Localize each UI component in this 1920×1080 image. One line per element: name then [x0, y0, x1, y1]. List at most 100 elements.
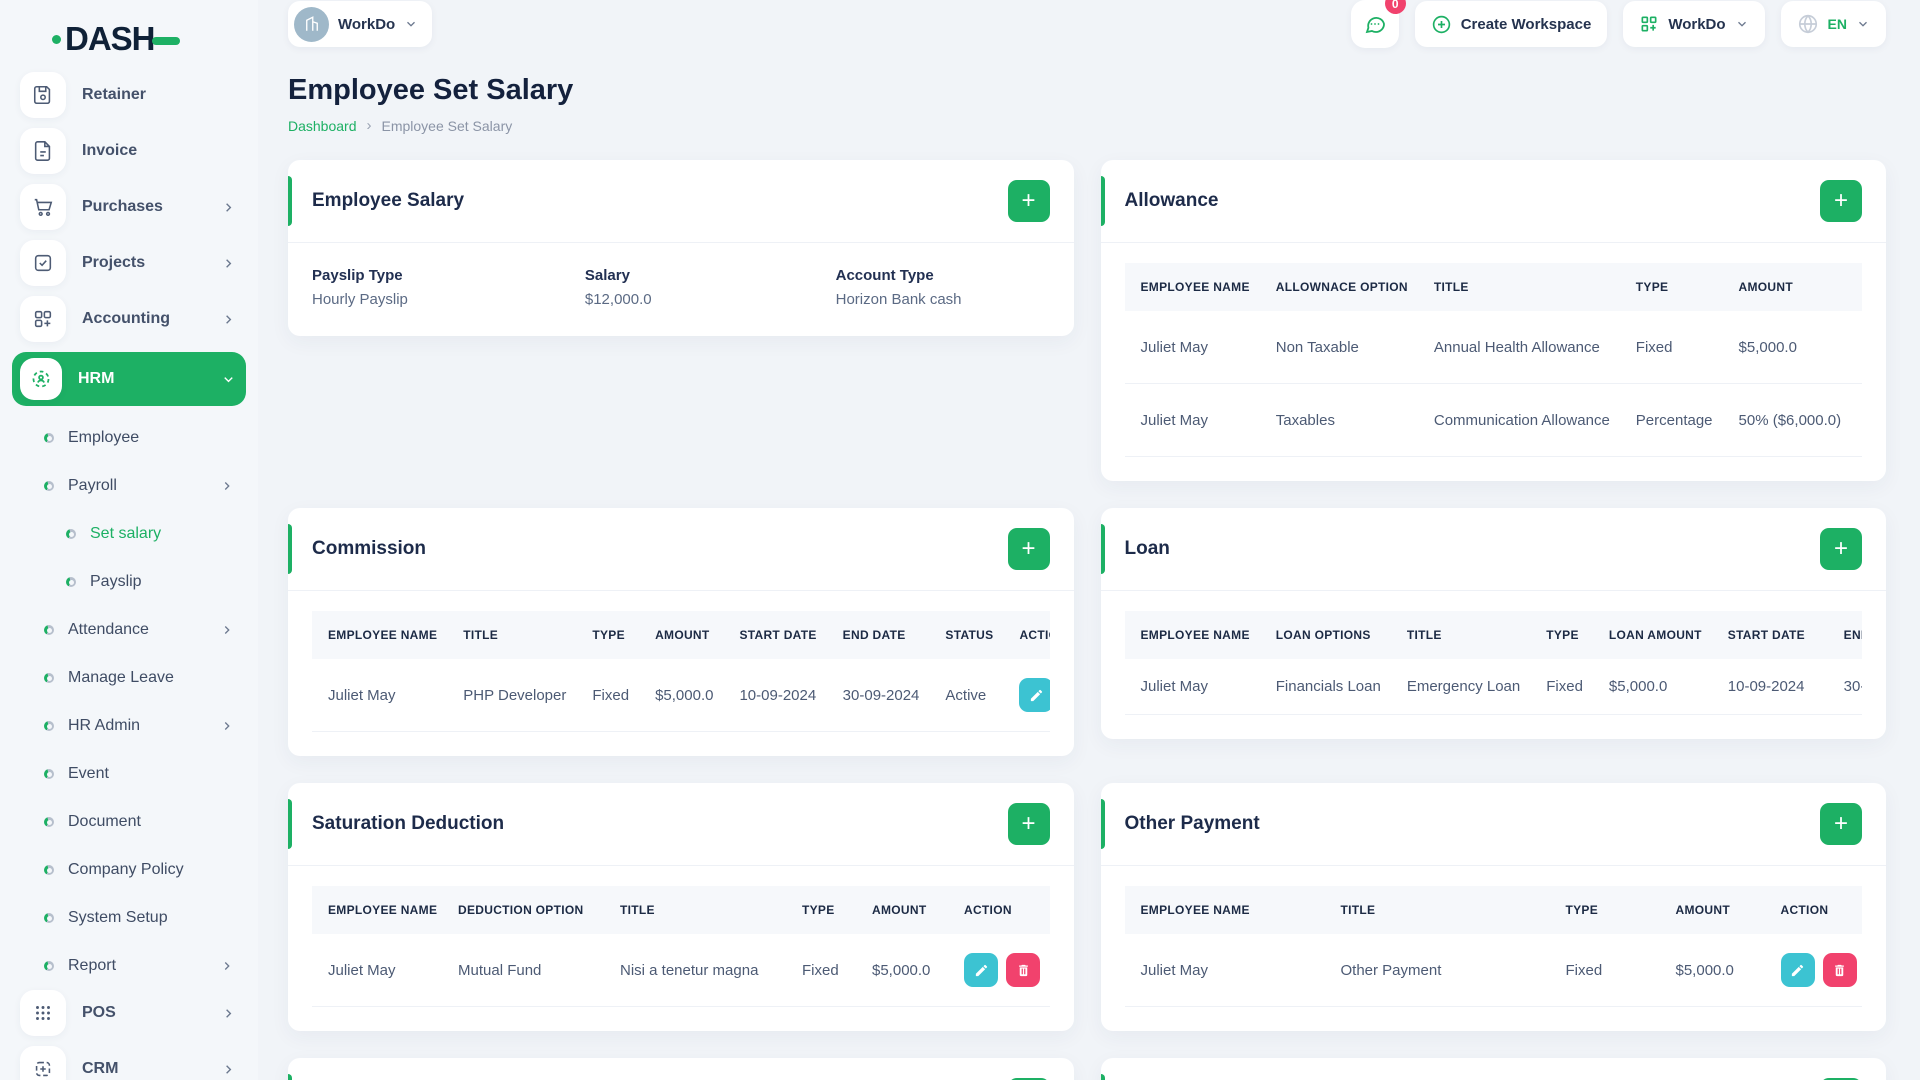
table-cell: Communication Allowance	[1417, 383, 1620, 457]
table-cell: Nisi a tenetur magna	[604, 934, 786, 1007]
card-title: Saturation Deduction	[312, 813, 505, 834]
chevron-down-icon	[224, 376, 233, 382]
commission-table-wrap: Employee Name Title Type Amount Start Date En…	[312, 611, 1050, 732]
column-header: Deduction Option	[442, 886, 604, 934]
column-header: Type	[786, 886, 856, 934]
card-header: Employee Salary +	[288, 160, 1074, 243]
table-cell: Fixed	[786, 934, 856, 1007]
sidebar-subitem-document[interactable]: Document	[0, 798, 258, 846]
table-row: Juliet May Taxables Communication Allowanc…	[1124, 383, 1862, 457]
add-allowance-button[interactable]: +	[1820, 180, 1862, 222]
sidebar-subitem-company-policy[interactable]: Company Policy	[0, 846, 258, 894]
bullet-icon	[44, 865, 54, 875]
chevron-right-icon	[226, 1064, 232, 1074]
bullet-icon	[44, 817, 54, 827]
sidebar-subitem-employee[interactable]: Employee	[0, 414, 258, 462]
sidebar-item-projects[interactable]: Projects	[12, 240, 246, 286]
chevron-right-icon	[226, 258, 232, 268]
table-row: Juliet May PHP Developer Fixed $5,000.0 10-0…	[312, 659, 1050, 732]
sidebar-item-pos[interactable]: POS	[12, 990, 246, 1036]
other-payment-table-wrap: Employee Name Title Type Amount Action Juliet…	[1124, 886, 1862, 1007]
table-cell: 30-09-2024	[826, 659, 930, 732]
column-header: Title	[1417, 263, 1620, 311]
pencil-icon	[1791, 964, 1804, 976]
other-payment-card: Other Payment + Employee Name Title Type Am…	[1100, 783, 1886, 1031]
action-cell	[1764, 934, 1862, 1007]
field-value: Hourly Payslip	[312, 291, 408, 308]
add-commission-button[interactable]: +	[1007, 528, 1050, 570]
action-cell	[1851, 311, 1862, 384]
sidebar-subitem-report[interactable]: Report	[0, 942, 258, 990]
sidebar-subitem-set-salary[interactable]: Set salary	[0, 510, 258, 558]
sidebar-item-invoice[interactable]: Invoice	[12, 128, 246, 174]
edit-button[interactable]	[964, 953, 998, 987]
add-other-payment-button[interactable]: +	[1820, 803, 1862, 845]
table-cell: Annual Health Allowance	[1417, 311, 1620, 384]
employee-salary-body: Payslip Type Hourly Payslip Salary $12,0…	[288, 243, 1074, 336]
sidebar-item-retainer[interactable]: Retainer	[12, 72, 246, 118]
brand-logo[interactable]: DASH	[0, 0, 258, 72]
table-cell: $5,000.0	[1722, 311, 1852, 384]
table-row: Juliet May Non Taxable Annual Health Allow…	[1124, 311, 1862, 384]
delete-button[interactable]	[1006, 953, 1040, 987]
column-header: End Date	[826, 611, 930, 659]
sidebar-subitem-hr-admin[interactable]: HR Admin	[0, 702, 258, 750]
sidebar-subitem-payslip[interactable]: Payslip	[0, 558, 258, 606]
column-header: Type	[1549, 886, 1660, 934]
sidebar-item-purchases[interactable]: Purchases	[12, 184, 246, 230]
table-cell: Non Taxable	[1259, 311, 1418, 384]
column-header: Type	[576, 611, 640, 659]
sidebar-subitem-system-setup[interactable]: System Setup	[0, 894, 258, 942]
table-cell: Juliet May	[1124, 934, 1325, 1007]
other-payment-table: Employee Name Title Type Amount Action Juliet…	[1124, 886, 1862, 1007]
trash-icon	[1835, 964, 1844, 976]
sidebar-subitem-label: Report	[68, 957, 117, 974]
sidebar-subitem-manage-leave[interactable]: Manage Leave	[0, 654, 258, 702]
column-header: Start Date	[723, 611, 827, 659]
sidebar-subitem-label: Payslip	[90, 573, 142, 590]
loan-card: Loan + Employee Name Loan Options Title Typ…	[1100, 508, 1886, 739]
sidebar-item-crm[interactable]: CRM	[12, 1046, 246, 1080]
workdo-menu-button[interactable]: WorkDo	[1623, 1, 1765, 47]
create-workspace-button[interactable]: Create Workspace	[1414, 1, 1608, 47]
column-header: Type	[1530, 611, 1593, 659]
card-header: Loan +	[1100, 508, 1886, 591]
messages-button[interactable]: 0	[1350, 0, 1406, 48]
add-employee-salary-button[interactable]: +	[1007, 180, 1050, 222]
edit-button[interactable]	[1780, 953, 1815, 987]
commission-table: Employee Name Title Type Amount Start Date En…	[312, 611, 1050, 732]
card-header: Other Payment +	[1100, 783, 1886, 866]
sidebar-item-accounting[interactable]: Accounting	[12, 296, 246, 342]
workdo-grid-icon	[1641, 16, 1657, 32]
delete-button[interactable]	[1822, 953, 1857, 987]
sidebar-subitem-payroll[interactable]: Payroll	[0, 462, 258, 510]
table-cell: Taxables	[1259, 383, 1418, 457]
column-header: Employee Name	[1124, 611, 1260, 659]
sidebar-item-label: CRM	[82, 1060, 119, 1077]
field-value: Horizon Bank cash	[835, 291, 962, 308]
globe-icon	[1798, 14, 1817, 34]
sidebar-subitem-attendance[interactable]: Attendance	[0, 606, 258, 654]
table-row: Juliet May Financials Loan Emergency Loan F…	[1124, 659, 1862, 715]
table-cell: $5,000.0	[1592, 659, 1712, 715]
sidebar-subitem-label: Manage Leave	[68, 669, 174, 686]
column-header: Allownace Option	[1259, 263, 1418, 311]
chevron-down-icon	[1859, 21, 1867, 27]
sidebar-item-hrm[interactable]: HRM	[12, 352, 246, 406]
bullet-icon	[44, 673, 54, 683]
language-selector[interactable]: EN	[1780, 1, 1886, 47]
field-label: Salary	[584, 267, 630, 284]
invoice-file-icon	[20, 128, 66, 174]
table-cell: $5,000.0	[1659, 934, 1765, 1007]
breadcrumb-dashboard-link[interactable]: Dashboard	[288, 118, 357, 134]
add-saturation-deduction-button[interactable]: +	[1007, 803, 1050, 845]
table-cell: Emergency Loan	[1390, 659, 1531, 715]
add-loan-button[interactable]: +	[1820, 528, 1862, 570]
workspace-switcher[interactable]: WorkDo	[288, 1, 433, 47]
table-row: Juliet May Mutual Fund Nisi a tenetur magn…	[312, 934, 1050, 1007]
column-header: Action	[1851, 263, 1862, 311]
sidebar-subitem-event[interactable]: Event	[0, 750, 258, 798]
column-header: Title	[604, 886, 786, 934]
edit-button[interactable]	[1019, 678, 1050, 712]
bullet-icon	[44, 433, 54, 443]
